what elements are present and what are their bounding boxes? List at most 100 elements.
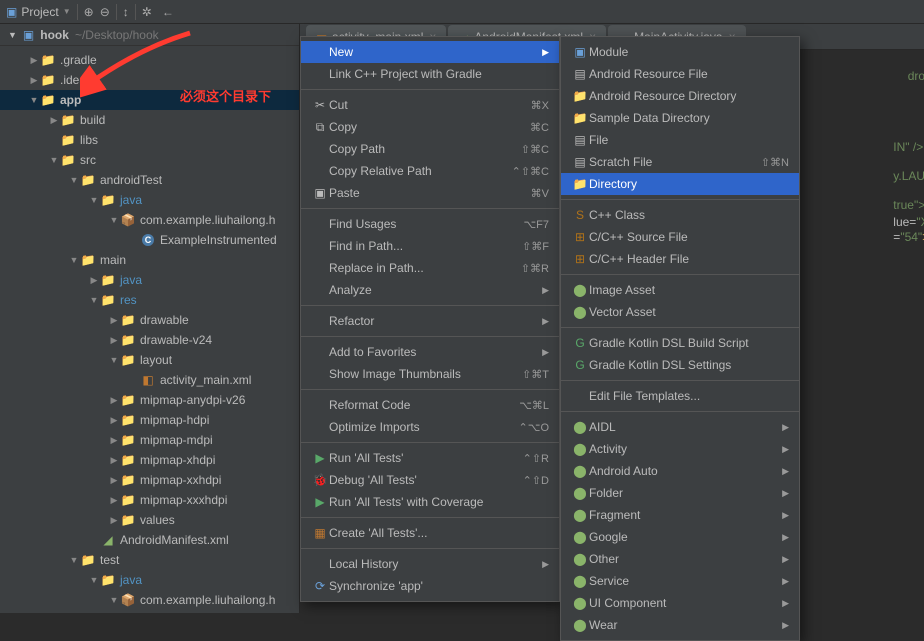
menu-replace-in-path[interactable]: Replace in Path...⇧⌘R	[301, 257, 559, 279]
tree-class[interactable]: CExampleInstrumented	[0, 230, 299, 250]
tree-folder-mipmap[interactable]: ▶📁mipmap-mdpi	[0, 430, 299, 450]
chevron-down-icon: ▼	[63, 7, 71, 16]
chevron-right-icon: ▶	[542, 47, 549, 58]
tree-folder-layout[interactable]: ▼📁layout	[0, 350, 299, 370]
menu-separator	[301, 336, 559, 337]
tree-folder-values[interactable]: ▶📁values	[0, 510, 299, 530]
tree-package[interactable]: ▼📦com.example.liuhailong.h	[0, 590, 299, 610]
project-root-header[interactable]: ▼ ▣ hook ~/Desktop/hook	[0, 24, 299, 46]
tree-folder-gradle[interactable]: ▶📁.gradle	[0, 50, 299, 70]
menu-link-cpp[interactable]: Link C++ Project with Gradle	[301, 63, 559, 85]
tree-folder-idea[interactable]: ▶📁.idea	[0, 70, 299, 90]
menu-paste[interactable]: ▣Paste⌘V	[301, 182, 559, 204]
menu-copy-path[interactable]: Copy Path⇧⌘C	[301, 138, 559, 160]
menu-refactor[interactable]: Refactor▶	[301, 310, 559, 332]
menu-new-wear[interactable]: ⬤Wear▶	[561, 614, 799, 636]
menu-new-file[interactable]: ▤File	[561, 129, 799, 151]
menu-new-cpp-source[interactable]: ⊞C/C++ Source File	[561, 226, 799, 248]
menu-local-history[interactable]: Local History▶	[301, 553, 559, 575]
menu-new-aidl[interactable]: ⬤AIDL▶	[561, 416, 799, 438]
menu-add-favorites[interactable]: Add to Favorites▶	[301, 341, 559, 363]
folder-icon: 📁	[120, 472, 136, 488]
tree-folder-java[interactable]: ▼📁java	[0, 570, 299, 590]
menu-new-activity[interactable]: ⬤Activity▶	[561, 438, 799, 460]
menu-cut[interactable]: ✂Cut⌘X	[301, 94, 559, 116]
tree-folder-drawable-v24[interactable]: ▶📁drawable-v24	[0, 330, 299, 350]
menu-copy-relative-path[interactable]: Copy Relative Path⌃⇧⌘C	[301, 160, 559, 182]
menu-reformat[interactable]: Reformat Code⌥⌘L	[301, 394, 559, 416]
project-dropdown[interactable]: ▣ Project ▼	[6, 5, 71, 19]
tree-folder-java[interactable]: ▶📁java	[0, 270, 299, 290]
tree-folder-java[interactable]: ▼📁java	[0, 190, 299, 210]
android-icon: ⬤	[571, 574, 589, 588]
menu-new-other[interactable]: ⬤Other▶	[561, 548, 799, 570]
menu-edit-file-templates[interactable]: Edit File Templates...	[561, 385, 799, 407]
menu-new-scratch-file[interactable]: ▤Scratch File⇧⌘N	[561, 151, 799, 173]
menu-new-module[interactable]: ▣Module	[561, 41, 799, 63]
hide-icon[interactable]: ←	[162, 5, 174, 19]
tree-folder-main[interactable]: ▼📁main	[0, 250, 299, 270]
menu-new-ui-component[interactable]: ⬤UI Component▶	[561, 592, 799, 614]
tree-folder-mipmap[interactable]: ▶📁mipmap-anydpi-v26	[0, 390, 299, 410]
collapse-icon[interactable]: ⊕	[84, 5, 94, 19]
menu-debug-all-tests[interactable]: 🐞Debug 'All Tests'⌃⇧D	[301, 469, 559, 491]
menu-new-google[interactable]: ⬤Google▶	[561, 526, 799, 548]
menu-new-image-asset[interactable]: ⬤Image Asset	[561, 279, 799, 301]
menu-synchronize[interactable]: ⟳Synchronize 'app'	[301, 575, 559, 597]
menu-run-coverage[interactable]: ▶Run 'All Tests' with Coverage	[301, 491, 559, 513]
menu-new-directory[interactable]: 📁Directory	[561, 173, 799, 195]
chevron-right-icon: ▶	[782, 444, 789, 455]
android-icon: ⬤	[571, 618, 589, 632]
target-icon[interactable]: ⊖	[100, 5, 110, 19]
menu-new-folder[interactable]: ⬤Folder▶	[561, 482, 799, 504]
menu-new-kotlin-dsl-build[interactable]: GGradle Kotlin DSL Build Script	[561, 332, 799, 354]
tree-folder-mipmap[interactable]: ▶📁mipmap-hdpi	[0, 410, 299, 430]
gear-icon[interactable]: ✲	[142, 5, 152, 19]
tree-folder-mipmap[interactable]: ▶📁mipmap-xxxhdpi	[0, 490, 299, 510]
menu-show-thumbnails[interactable]: Show Image Thumbnails⇧⌘T	[301, 363, 559, 385]
menu-new-cpp-class[interactable]: SC++ Class	[561, 204, 799, 226]
menu-new-sample-data-dir[interactable]: 📁Sample Data Directory	[561, 107, 799, 129]
tree-file-manifest[interactable]: ◢AndroidManifest.xml	[0, 530, 299, 550]
tree-folder-androidtest[interactable]: ▼📁androidTest	[0, 170, 299, 190]
menu-new[interactable]: New▶	[301, 41, 559, 63]
folder-icon: 📁	[571, 89, 589, 103]
class-icon: C	[140, 232, 156, 248]
menu-new-cpp-header[interactable]: ⊞C/C++ Header File	[561, 248, 799, 270]
menu-find-in-path[interactable]: Find in Path...⇧⌘F	[301, 235, 559, 257]
menu-find-usages[interactable]: Find Usages⌥F7	[301, 213, 559, 235]
config-icon: ▦	[311, 526, 329, 540]
tree-folder-res[interactable]: ▼📁res	[0, 290, 299, 310]
tree-folder-mipmap[interactable]: ▶📁mipmap-xxhdpi	[0, 470, 299, 490]
coverage-icon: ▶	[311, 495, 329, 509]
menu-create-all-tests[interactable]: ▦Create 'All Tests'...	[301, 522, 559, 544]
folder-icon: 📁	[60, 132, 76, 148]
menu-copy[interactable]: ⧉Copy⌘C	[301, 116, 559, 138]
menu-new-fragment[interactable]: ⬤Fragment▶	[561, 504, 799, 526]
menu-new-vector-asset[interactable]: ⬤Vector Asset	[561, 301, 799, 323]
chevron-down-icon: ▼	[88, 295, 100, 305]
tree-folder-test[interactable]: ▼📁test	[0, 550, 299, 570]
menu-optimize-imports[interactable]: Optimize Imports⌃⌥O	[301, 416, 559, 438]
menu-new-service[interactable]: ⬤Service▶	[561, 570, 799, 592]
tree-folder-build[interactable]: ▶📁build	[0, 110, 299, 130]
tree-folder-mipmap[interactable]: ▶📁mipmap-xhdpi	[0, 450, 299, 470]
menu-new-kotlin-dsl-settings[interactable]: GGradle Kotlin DSL Settings	[561, 354, 799, 376]
chevron-down-icon: ▼	[28, 95, 40, 105]
android-icon: ⬤	[571, 464, 589, 478]
menu-new-android-auto[interactable]: ⬤Android Auto▶	[561, 460, 799, 482]
scroll-icon[interactable]: ↕	[123, 5, 129, 19]
tree-file-activity-main[interactable]: ◧activity_main.xml	[0, 370, 299, 390]
menu-new-resource-file[interactable]: ▤Android Resource File	[561, 63, 799, 85]
menu-new-resource-dir[interactable]: 📁Android Resource Directory	[561, 85, 799, 107]
new-submenu: ▣Module ▤Android Resource File 📁Android …	[560, 36, 800, 641]
tree-folder-src[interactable]: ▼📁src	[0, 150, 299, 170]
cpp-icon: S	[571, 208, 589, 222]
tree-folder-drawable[interactable]: ▶📁drawable	[0, 310, 299, 330]
tree-folder-app[interactable]: ▼📁app	[0, 90, 299, 110]
tree-folder-libs[interactable]: 📁libs	[0, 130, 299, 150]
menu-analyze[interactable]: Analyze▶	[301, 279, 559, 301]
menu-run-all-tests[interactable]: ▶Run 'All Tests'⌃⇧R	[301, 447, 559, 469]
tree-package[interactable]: ▼📦com.example.liuhailong.h	[0, 210, 299, 230]
project-label: Project	[21, 5, 58, 19]
